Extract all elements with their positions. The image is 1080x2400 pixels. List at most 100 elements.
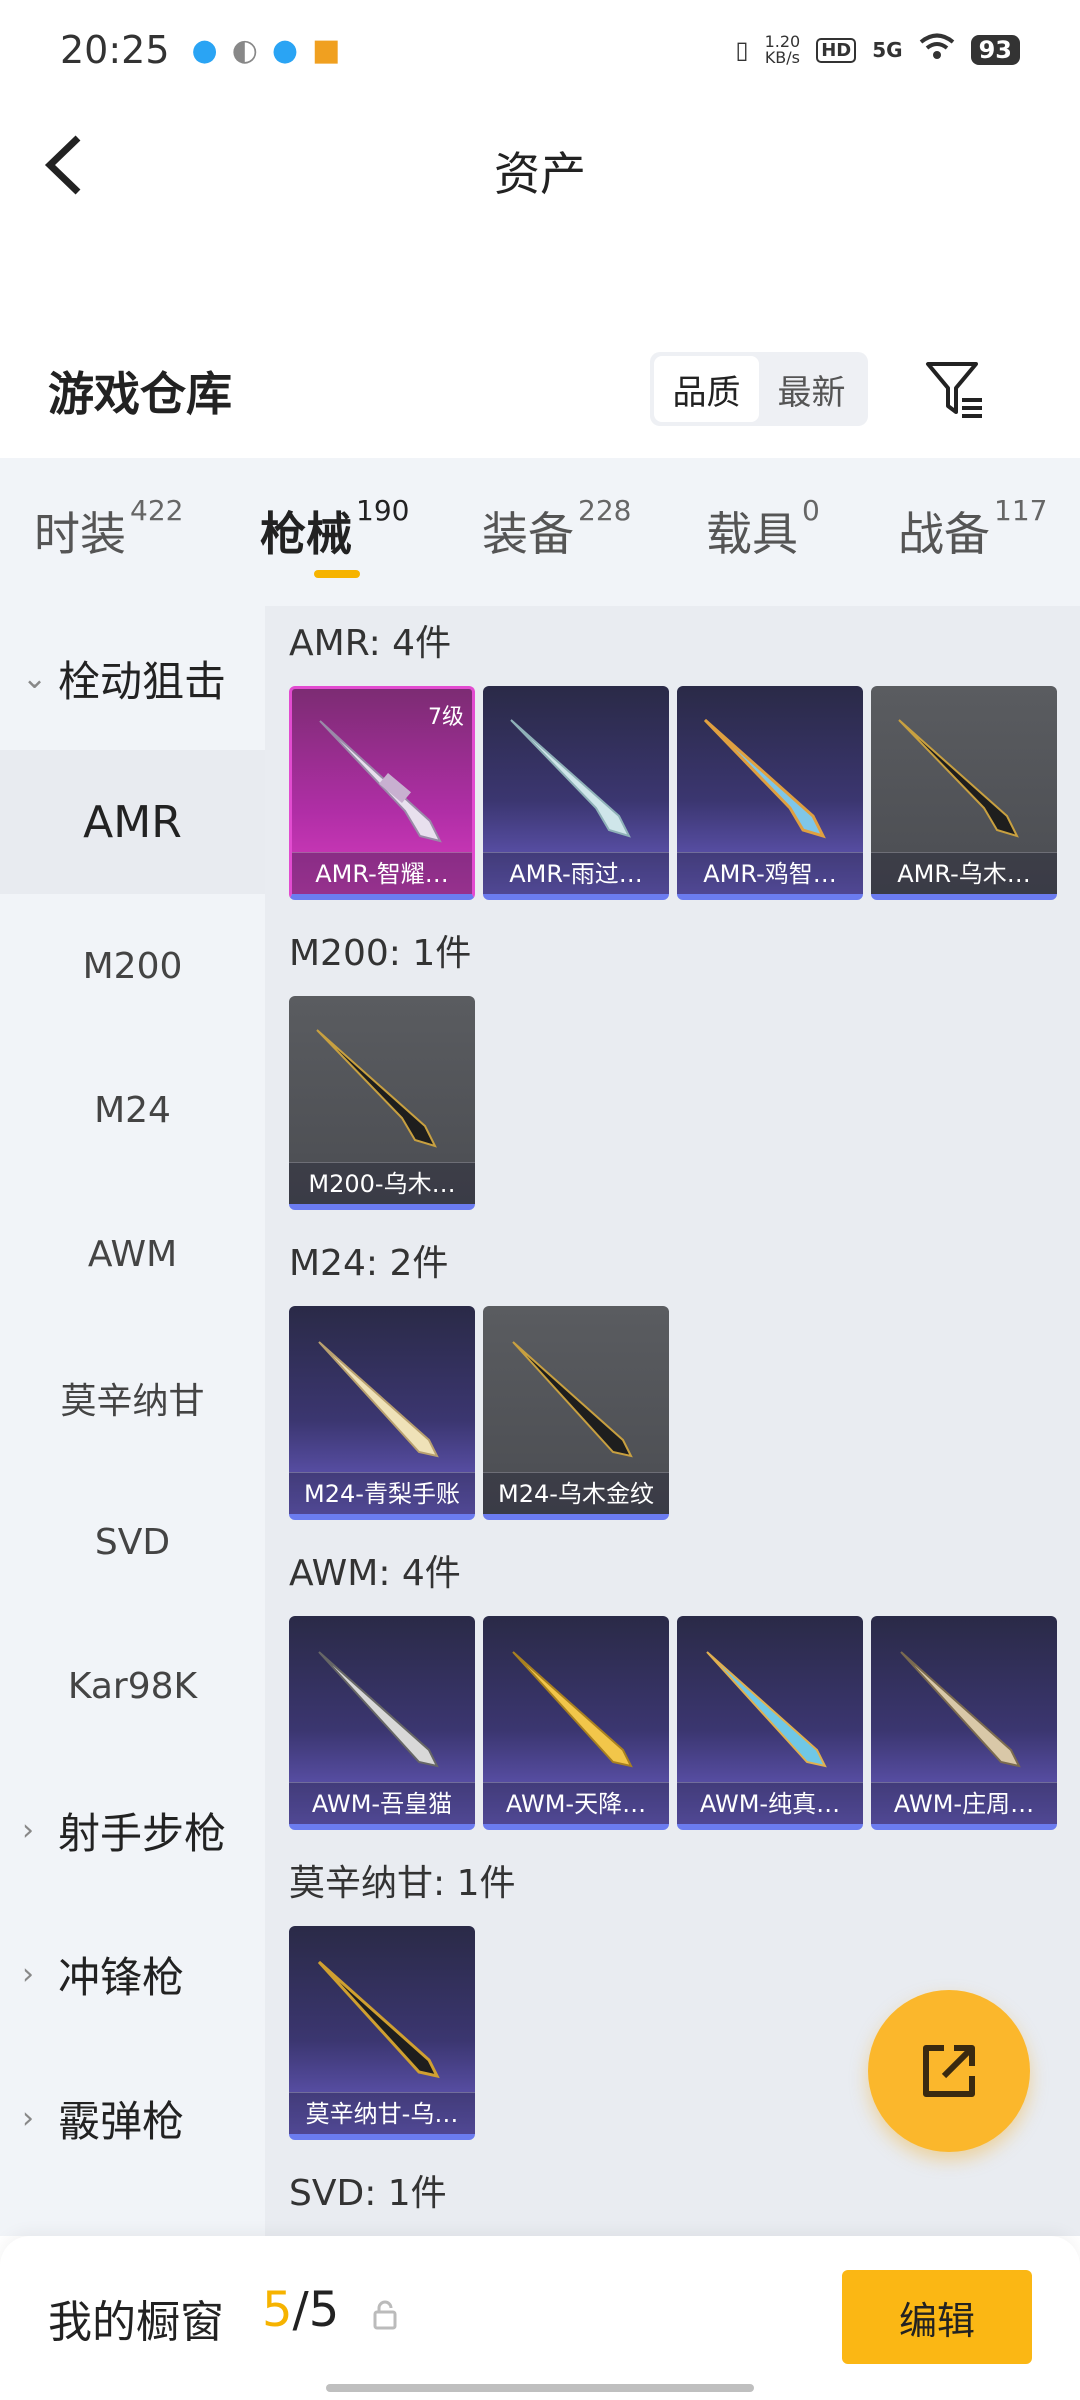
weapon-card[interactable]: AWM-吾皇猫 (289, 1616, 475, 1830)
rifle-icon (316, 1029, 437, 1148)
tab-outfits[interactable]: 时装 422 (34, 494, 183, 564)
tab-label: 战备 (898, 507, 990, 561)
tab-combat-gear[interactable]: 战备 117 (898, 494, 1047, 564)
tab-count: 422 (130, 494, 184, 527)
weapon-name: M24-青梨手账 (289, 1472, 475, 1514)
sort-option-newest[interactable]: 最新 (759, 356, 864, 422)
title-bar: 资产 (0, 110, 1080, 220)
weapon-name: AWM-纯真… (677, 1782, 863, 1824)
qq-icon: ● (271, 32, 299, 68)
weapon-card[interactable]: M24-青梨手账 (289, 1306, 475, 1520)
rifle-icon (512, 1651, 633, 1768)
chevron-right-icon: › (22, 2100, 34, 2136)
weapon-card[interactable]: AMR-鸡智… (677, 686, 863, 900)
tab-weapons[interactable]: 枪械 190 (260, 494, 409, 564)
section-title: 莫辛纳甘: 1件 (289, 1863, 516, 1904)
status-bar: 20:25 ● ◐ ● ■ ▯ 1.20 KB/s HD 5G 93 (0, 0, 1080, 100)
weapon-card[interactable]: M200-乌木… (289, 996, 475, 1210)
weapon-name: AMR-乌木… (871, 852, 1057, 894)
weapon-name: AMR-鸡智… (677, 852, 863, 894)
share-fab-button[interactable] (868, 1990, 1030, 2152)
sidebar-group-label: 射手步枪 (58, 1808, 227, 1858)
rifle-icon (319, 720, 442, 843)
section-title: AWM: 4件 (289, 1553, 461, 1594)
tab-equipment[interactable]: 装备 228 (482, 494, 631, 564)
section-title: AMR: 4件 (289, 623, 452, 664)
rifle-icon (510, 719, 631, 838)
showcase-title: 我的橱窗 (48, 2297, 224, 2348)
sidebar-item-awm[interactable]: AWM (0, 1182, 265, 1326)
sidebar-group-smg[interactable]: › 冲锋枪 (22, 1902, 184, 2046)
sidebar-group-label: 栓动狙击 (58, 656, 227, 706)
sidebar-group-shotgun[interactable]: › 霰弹枪 (22, 2046, 184, 2190)
share-external-icon (923, 2045, 975, 2097)
sidebar-group-bolt-action[interactable]: ⌄ 栓动狙击 (22, 606, 226, 750)
weapon-card[interactable]: 7级 AMR-智耀… (289, 686, 475, 900)
status-time: 20:25 (60, 28, 170, 72)
weapon-card[interactable]: AMR-乌木… (871, 686, 1057, 900)
tab-count: 228 (578, 494, 632, 527)
weapon-name: AWM-庄周… (871, 1782, 1057, 1824)
sort-toggle: 品质 最新 (650, 352, 868, 426)
section-title: M200: 1件 (289, 933, 472, 974)
weapon-name: M24-乌木金纹 (483, 1472, 669, 1514)
rifle-icon (318, 1341, 439, 1458)
weapon-card[interactable]: 莫辛纳甘-乌… (289, 1926, 475, 2140)
sidebar-item-svd[interactable]: SVD (0, 1470, 265, 1614)
sidebar-item-kar98k[interactable]: Kar98K (0, 1614, 265, 1758)
weapon-card[interactable]: AWM-天降… (483, 1616, 669, 1830)
rifle-icon (512, 1341, 633, 1458)
weapon-name: AWM-吾皇猫 (289, 1782, 475, 1824)
rifle-icon (706, 1651, 827, 1768)
sidebar-item-m200[interactable]: M200 (0, 894, 265, 1038)
filter-button[interactable] (920, 354, 990, 424)
lock-icon (372, 2300, 398, 2338)
showcase-count-current: 5 (262, 2282, 293, 2338)
rifle-icon (898, 719, 1019, 838)
showcase-count-sep: / (292, 2282, 309, 2338)
weapon-card[interactable]: M24-乌木金纹 (483, 1306, 669, 1520)
level-badge: 7级 (428, 705, 464, 730)
sidebar-item-mosin[interactable]: 莫辛纳甘 (0, 1326, 265, 1470)
tab-vehicles[interactable]: 载具 0 (706, 494, 820, 564)
tab-label: 载具 (706, 507, 798, 561)
sidebar-group-marksman[interactable]: › 射手步枪 (22, 1758, 226, 1902)
home-indicator[interactable] (326, 2384, 754, 2392)
weapon-card[interactable]: AMR-雨过… (483, 686, 669, 900)
weapon-name: 莫辛纳甘-乌… (289, 2092, 475, 2134)
weapon-name: AWM-天降… (483, 1782, 669, 1824)
chevron-right-icon: › (22, 1812, 34, 1848)
sidebar-group-label: 冲锋枪 (58, 1952, 185, 2002)
network-type: 5G (872, 38, 903, 62)
tab-label: 装备 (482, 507, 574, 561)
page-title: 资产 (494, 147, 586, 201)
chevron-right-icon: › (22, 1956, 34, 1992)
section-title: SVD: 1件 (289, 2173, 447, 2214)
sidebar-item-amr[interactable]: AMR (0, 750, 265, 894)
sidebar-item-m24[interactable]: M24 (0, 1038, 265, 1182)
category-tabs: 时装 422 枪械 190 装备 228 载具 0 战备 117 (0, 458, 1080, 608)
status-indicators: ▯ 1.20 KB/s HD 5G 93 (735, 33, 1020, 67)
edit-button[interactable]: 编辑 (842, 2270, 1032, 2364)
weapon-card[interactable]: AWM-庄周… (871, 1616, 1057, 1830)
sort-option-quality[interactable]: 品质 (654, 356, 759, 422)
net-speed-unit: KB/s (764, 48, 801, 67)
showcase-count-total: 5 (308, 2282, 340, 2338)
qq-icon: ● (191, 32, 218, 68)
weapon-name: AMR-雨过… (483, 852, 669, 894)
app-icon: ◐ (231, 32, 258, 68)
hd-badge: HD (816, 37, 857, 63)
battery-indicator: 93 (970, 35, 1020, 65)
rifle-icon (317, 1960, 440, 2079)
weapon-name: M200-乌木… (289, 1162, 475, 1204)
tab-label: 枪械 (260, 507, 352, 561)
weapon-card[interactable]: AWM-纯真… (677, 1616, 863, 1830)
filter-icon (926, 362, 982, 418)
warehouse-header: 游戏仓库 品质 最新 (0, 340, 1080, 440)
showcase-count: 5/5 (262, 2282, 339, 2338)
net-speed: 1.20 KB/s (765, 34, 801, 66)
sidebar-group-label: 霰弹枪 (58, 2096, 185, 2146)
weapon-name: AMR-智耀… (292, 852, 472, 894)
tab-count: 117 (994, 494, 1048, 527)
rifle-icon (318, 1651, 439, 1768)
